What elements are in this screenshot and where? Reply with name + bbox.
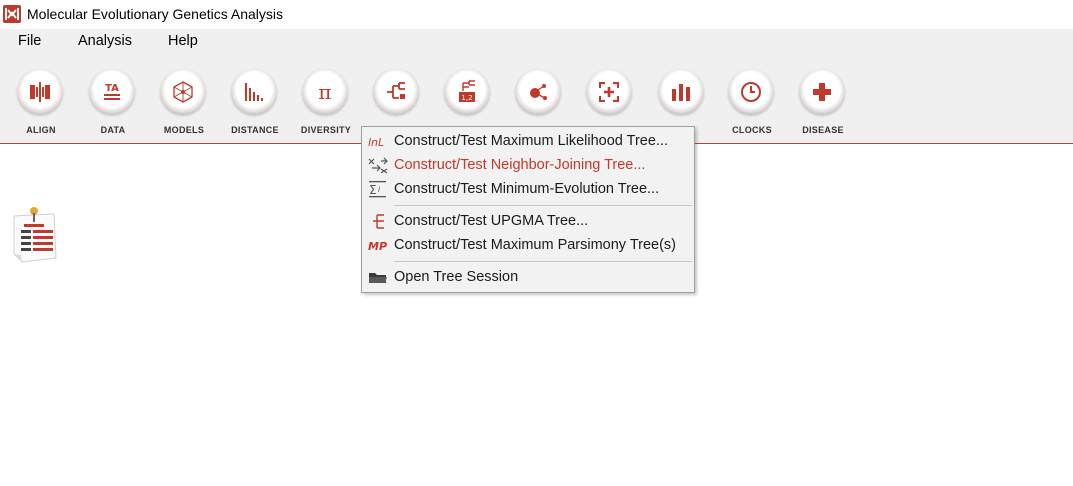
user-tree-icon: 1,2 [459,80,475,102]
svg-text:1,2: 1,2 [461,94,472,102]
menu-separator [394,205,692,206]
menu-item-label: Construct/Test Maximum Likelihood Tree..… [394,133,668,149]
window-title: Molecular Evolutionary Genetics Analysis [27,6,284,22]
tool-align[interactable]: ALIGN [11,69,71,139]
menu-help[interactable]: Help [166,33,200,49]
align-icon [30,82,50,102]
svg-text:lnL: lnL [368,136,384,149]
nj-icon [368,157,388,174]
distance-icon [245,83,263,101]
tool-label-distance: DISTANCE [231,125,279,135]
menu-item-label: Open Tree Session [394,269,519,285]
tool-label-clocks: CLOCKS [732,125,772,135]
tool-disease[interactable]: DISEASE [793,69,853,139]
clock-icon [741,82,761,102]
phylogeny-icon [387,82,405,99]
folder-icon [368,269,388,286]
tool-label-diversity: DIVERSITY [300,125,352,135]
data-icon: TA [104,83,120,100]
menu-item-upgma[interactable]: Construct/Test UPGMA Tree... [362,210,694,234]
menu-item-label: Construct/Test Minimum-Evolution Tree... [394,181,660,197]
mp-icon: MP [368,237,388,254]
tool-label-disease: DISEASE [802,125,844,135]
svg-text:π: π [318,80,331,104]
selection-icon [599,82,619,102]
me-icon: Σ l [368,181,388,198]
tool-label-models: MODELS [163,125,205,135]
svg-text:Σ: Σ [369,183,377,197]
svg-text:l: l [378,186,380,194]
notes-icon[interactable] [10,206,58,264]
plus-cross-icon [813,83,831,101]
menu-item-label: Construct/Test Maximum Parsimony Tree(s) [394,237,677,253]
title-bar: Molecular Evolutionary Genetics Analysis [0,0,1073,29]
menu-file[interactable]: File [16,33,43,49]
tool-label-align: ALIGN [26,125,56,135]
models-icon [173,81,193,103]
mega-logo-icon [3,5,21,23]
phylogeny-dropdown-menu: lnL Construct/Test Maximum Likelihood Tr… [361,126,695,293]
tool-clocks[interactable]: CLOCKS [722,69,782,139]
tool-models[interactable]: MODELS [154,69,214,139]
tool-distance[interactable]: DISTANCE [225,69,285,139]
pi-icon: π [318,80,331,104]
tool-diversity[interactable]: π DIVERSITY [296,69,356,139]
ml-icon: lnL [368,133,388,150]
menu-item-neighbor-joining[interactable]: Construct/Test Neighbor-Joining Tree... [362,154,694,178]
tool-data[interactable]: TA DATA [83,69,143,139]
menu-bar: File Analysis Help [0,29,1073,55]
menu-item-minimum-evolution[interactable]: Σ l Construct/Test Minimum-Evolution Tre… [362,178,694,202]
ancestors-icon [530,84,547,100]
menu-item-open-tree-session[interactable]: Open Tree Session [362,266,694,290]
menu-separator [394,261,692,262]
svg-text:TA: TA [105,83,119,94]
svg-text:MP: MP [368,240,387,253]
menu-item-maximum-likelihood[interactable]: lnL Construct/Test Maximum Likelihood Tr… [362,130,694,154]
upgma-icon [368,213,388,230]
menu-item-label: Construct/Test UPGMA Tree... [394,213,589,229]
menu-item-maximum-parsimony[interactable]: MP Construct/Test Maximum Parsimony Tree… [362,234,694,258]
menu-item-label: Construct/Test Neighbor-Joining Tree... [394,157,646,173]
rates-icon [672,84,690,101]
tool-label-data: DATA [100,125,126,135]
menu-analysis[interactable]: Analysis [76,33,134,49]
